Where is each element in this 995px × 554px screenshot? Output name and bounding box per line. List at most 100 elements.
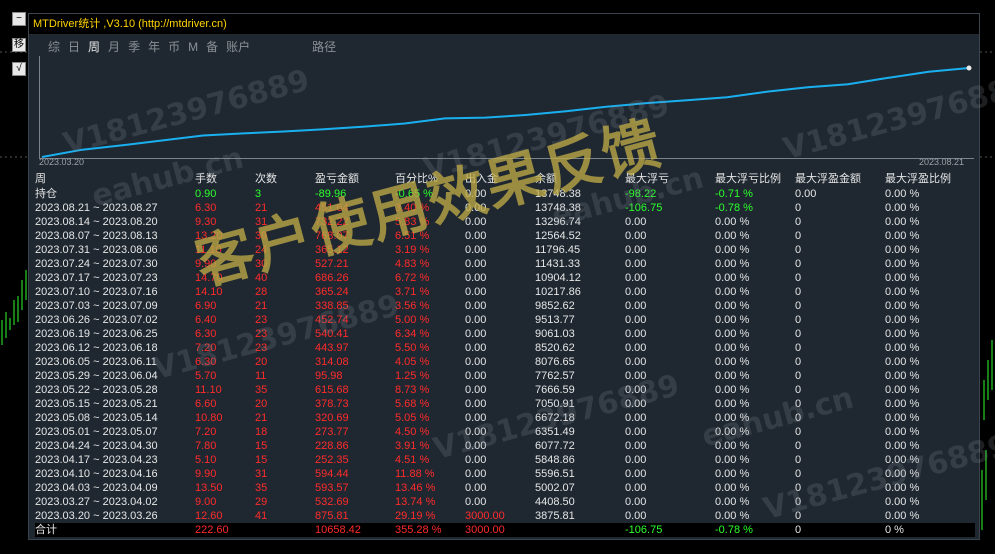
row-max-fp: 0: [795, 412, 802, 424]
row-pct: 3.19 %: [395, 244, 430, 256]
row-max-dd: 0.00: [625, 300, 647, 312]
table-row: 2023.07.03 ~ 2023.07.09 6.90 21 338.85 3.56 …: [35, 299, 975, 313]
row-max-fp: 0: [795, 496, 802, 508]
row-lots: 6.40: [195, 314, 217, 326]
row-count: 23: [255, 328, 268, 340]
table-row: 2023.05.08 ~ 2023.05.14 10.80 21 320.69 5.05…: [35, 411, 975, 425]
row-deposit: 0.00: [465, 216, 487, 228]
row-count: 31: [255, 468, 268, 480]
total-pct: 355.28 %: [395, 524, 442, 536]
row-period: 2023.07.24 ~ 2023.07.30: [35, 258, 158, 270]
row-deposit: 0.00: [465, 328, 487, 340]
row-period: 2023.04.10 ~ 2023.04.16: [35, 468, 158, 480]
row-max-fp-pct: 0.00 %: [885, 258, 920, 270]
row-max-dd: 0.00: [625, 398, 647, 410]
row-pnl: 732.22: [315, 216, 349, 228]
total-max-dd-pct: -0.78 %: [715, 524, 753, 536]
table-row: 2023.03.27 ~ 2023.04.02 9.00 29 532.69 13.74…: [35, 495, 975, 509]
row-max-dd: 0.00: [625, 244, 647, 256]
row-pct: 4.51 %: [395, 454, 430, 466]
row-pct: 6.34 %: [395, 328, 430, 340]
row-pct: 5.05 %: [395, 412, 430, 424]
row-max-dd-pct: 0.00 %: [715, 244, 750, 256]
row-lots: 14.70: [195, 272, 223, 284]
row-max-dd-pct: 0.00 %: [715, 510, 750, 522]
header-count: 次数: [255, 173, 277, 185]
holding-count: 3: [255, 188, 262, 200]
row-max-dd: 0.00: [625, 496, 647, 508]
tab-magic[interactable]: M: [185, 38, 201, 56]
row-count: 31: [255, 216, 268, 228]
row-count: 21: [255, 300, 268, 312]
row-max-fp: 0: [795, 398, 802, 410]
row-balance: 9513.77: [535, 314, 575, 326]
tab-quarter[interactable]: 季: [125, 38, 143, 56]
row-max-dd-pct: 0.00 %: [715, 384, 750, 396]
row-lots: 10.80: [195, 412, 223, 424]
row-period: 2023.03.20 ~ 2023.03.26: [35, 510, 158, 522]
move-button[interactable]: 移: [12, 38, 26, 52]
row-pnl: 527.21: [315, 258, 349, 270]
row-pnl: 338.85: [315, 300, 349, 312]
row-period: 2023.04.24 ~ 2023.04.30: [35, 440, 158, 452]
row-max-dd: 0.00: [625, 468, 647, 480]
tab-note[interactable]: 备: [203, 38, 221, 56]
row-period: 2023.08.21 ~ 2023.08.27: [35, 202, 158, 214]
row-balance: 7762.57: [535, 370, 575, 382]
row-deposit: 0.00: [465, 496, 487, 508]
row-pnl: 252.35: [315, 454, 349, 466]
header-max-dd: 最大浮亏: [625, 173, 669, 185]
row-period: 2023.04.17 ~ 2023.04.23: [35, 454, 158, 466]
table-row: 2023.06.26 ~ 2023.07.02 6.40 23 452.74 5.00 …: [35, 313, 975, 327]
row-count: 23: [255, 342, 268, 354]
row-count: 15: [255, 440, 268, 452]
table-row: 2023.08.07 ~ 2023.08.13 13.20 39 768.07 6.51…: [35, 229, 975, 243]
row-max-dd: 0.00: [625, 412, 647, 424]
tab-week[interactable]: 周: [85, 38, 103, 56]
table-row: 2023.05.01 ~ 2023.05.07 7.20 18 273.77 4.50 …: [35, 425, 975, 439]
tab-year[interactable]: 年: [145, 38, 163, 56]
equity-chart: [39, 56, 974, 159]
row-pct: 3.91 %: [395, 440, 430, 452]
table-row: 2023.05.29 ~ 2023.06.04 5.70 11 95.98 1.25 %…: [35, 369, 975, 383]
row-max-dd: 0.00: [625, 384, 647, 396]
tab-currency[interactable]: 币: [165, 38, 183, 56]
row-max-fp: 0: [795, 454, 802, 466]
holding-pnl: -89.96: [315, 188, 347, 200]
tab-path[interactable]: 路径: [309, 38, 339, 56]
row-max-fp: 0: [795, 286, 802, 298]
row-max-fp: 0: [795, 384, 802, 396]
row-pct: 5.50 %: [395, 342, 430, 354]
row-pct: 5.83 %: [395, 216, 430, 228]
row-pnl: 378.73: [315, 398, 349, 410]
row-balance: 5596.51: [535, 468, 575, 480]
header-lots: 手数: [195, 173, 217, 185]
row-count: 20: [255, 356, 268, 368]
check-button[interactable]: √: [12, 62, 26, 76]
row-max-fp: 0: [795, 370, 802, 382]
row-count: 41: [255, 510, 268, 522]
row-pnl: 365.12: [315, 244, 349, 256]
tab-summary[interactable]: 综: [45, 38, 63, 56]
total-max-fp-pct: 0 %: [885, 524, 904, 536]
row-balance: 5002.07: [535, 482, 575, 494]
row-period: 2023.05.08 ~ 2023.05.14: [35, 412, 158, 424]
row-lots: 6.30: [195, 328, 217, 340]
tab-day[interactable]: 日: [65, 38, 83, 56]
tab-month[interactable]: 月: [105, 38, 123, 56]
row-balance: 10904.12: [535, 272, 581, 284]
tab-account[interactable]: 账户: [223, 38, 253, 56]
row-max-fp: 0: [795, 356, 802, 368]
row-max-fp: 0: [795, 510, 802, 522]
row-pnl: 228.86: [315, 440, 349, 452]
row-max-fp-pct: 0.00 %: [885, 384, 920, 396]
row-count: 20: [255, 398, 268, 410]
table-row: 2023.04.17 ~ 2023.04.23 5.10 15 252.35 4.51 …: [35, 453, 975, 467]
row-balance: 10217.86: [535, 286, 581, 298]
row-lots: 6.30: [195, 356, 217, 368]
row-max-fp-pct: 0.00 %: [885, 440, 920, 452]
row-pct: 29.19 %: [395, 510, 436, 522]
row-deposit: 0.00: [465, 426, 487, 438]
row-balance: 12564.52: [535, 230, 581, 242]
minimize-button[interactable]: −: [12, 12, 26, 26]
